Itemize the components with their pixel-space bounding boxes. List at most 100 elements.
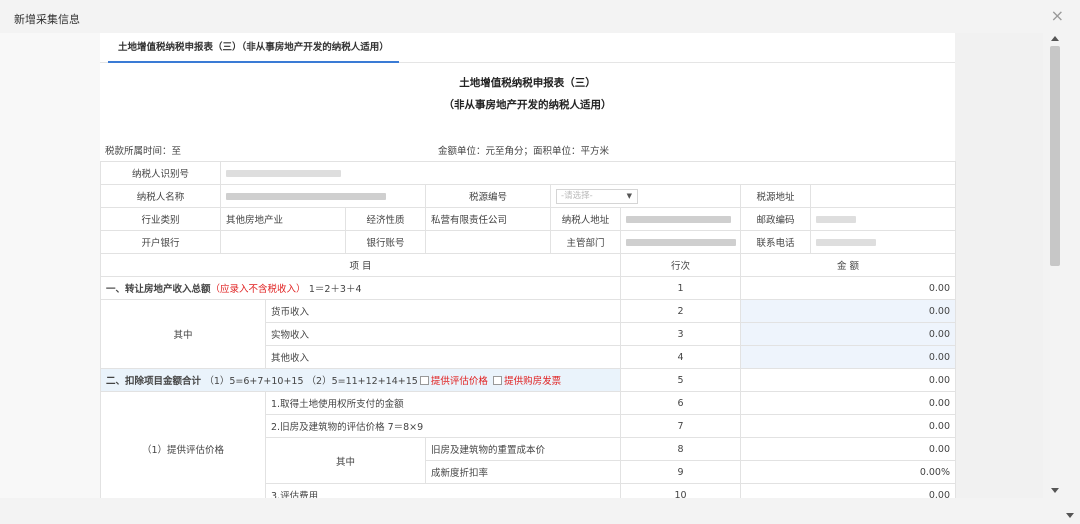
taxpayer-addr-label: 纳税人地址 (550, 207, 621, 231)
scrollbar-thumb[interactable] (1050, 46, 1060, 266)
of-which-label: 其中 (100, 299, 266, 369)
row-label: 3.评估费用 (265, 483, 621, 498)
tab-lvt-form-3[interactable]: 土地增值税纳税申报表（三）（非从事房地产开发的纳税人适用） (108, 33, 399, 63)
masked-value (626, 238, 736, 246)
tax-source-addr-label: 税源地址 (740, 184, 811, 208)
masked-value (816, 238, 876, 246)
amount-input[interactable]: 0.00 (740, 322, 956, 346)
form-title: 土地增值税纳税申报表（三） (459, 77, 596, 89)
page-scroll-down-icon[interactable] (1066, 513, 1074, 518)
line-no: 3 (620, 322, 741, 346)
tax-source-no-select[interactable]: -请选择- ▼ (556, 188, 638, 204)
econ-nature-label: 经济性质 (345, 207, 426, 231)
select-placeholder: -请选择- (561, 190, 593, 201)
postal-code-value (810, 207, 956, 231)
amount-input[interactable]: 0.00 (740, 299, 956, 323)
masked-value (226, 169, 341, 177)
econ-nature-value: 私营有限责任公司 (425, 207, 551, 231)
row-label: 成新度折扣率 (425, 460, 621, 484)
unit-label: 金额单位：元至角分；面积单位：平方米 (438, 146, 610, 157)
sec1-note: （应录入不含税收入） (210, 284, 306, 295)
account-label: 银行账号 (345, 230, 426, 254)
sub1-label: （1）提供评估价格 (100, 391, 266, 498)
row-bank: 开户银行 银行账号 主管部门 联系电话 (100, 230, 956, 254)
close-icon[interactable]: × (1051, 8, 1064, 24)
option-invoice-label: 提供购房发票 (504, 376, 562, 387)
sec2-formula: （1）5=6+7+10+15 （2）5=11+12+14+15 (204, 376, 418, 387)
line-no: 2 (620, 299, 741, 323)
checkbox-invoice[interactable] (493, 376, 503, 385)
industry-label: 行业类别 (100, 207, 221, 231)
of-which-label: 其中 (265, 437, 426, 484)
table-row: 二、扣除项目金额合计 （1）5=6+7+10+15 （2）5=11+12+14+… (100, 368, 956, 392)
scroll-down-icon[interactable] (1051, 488, 1059, 493)
row-label: 货币收入 (265, 299, 621, 323)
sec2-label: 二、扣除项目金额合计 (106, 376, 202, 387)
dialog-body: 土地增值税纳税申报表（三）（非从事房地产开发的纳税人适用） 土地增值税纳税申报表… (0, 33, 1043, 498)
sec2-label-cell: 二、扣除项目金额合计 （1）5=6+7+10+15 （2）5=11+12+14+… (100, 368, 621, 392)
table-row: 其中 货币收入 2 0.00 (100, 299, 956, 369)
row-label: 1.取得土地使用权所支付的金额 (265, 391, 621, 415)
amount-value: 0.00 (740, 483, 956, 498)
amount-value: 0.00 (740, 414, 956, 438)
row-taxpayer-name: 纳税人名称 税源编号 -请选择- ▼ 税源地址 (100, 184, 956, 208)
right-gutter (955, 33, 1043, 498)
row-label: 2.旧房及建筑物的评估价格 7＝8×9 (265, 414, 621, 438)
line-no: 10 (620, 483, 741, 498)
line-no: 7 (620, 414, 741, 438)
form-subtitle: （非从事房地产开发的纳税人适用） (443, 99, 612, 111)
col-header-item: 项 目 (100, 253, 621, 277)
scroll-up-icon[interactable] (1051, 36, 1059, 41)
amount-value: 0.00 (740, 391, 956, 415)
dialog-title: 新增采集信息 (14, 13, 80, 26)
taxpayer-name-label: 纳税人名称 (100, 184, 221, 208)
masked-value (626, 215, 731, 223)
phone-value (810, 230, 956, 254)
authority-value (620, 230, 741, 254)
amount-value: 0.00 (740, 368, 956, 392)
declaration-table: 纳税人识别号 纳税人名称 税源编号 -请选择- ▼ 税源地址 行业类别 其他房地产… (100, 161, 956, 498)
masked-value (816, 215, 856, 223)
phone-label: 联系电话 (740, 230, 811, 254)
masked-value (226, 192, 386, 200)
taxpayer-id-label: 纳税人识别号 (100, 161, 221, 185)
amount-value: 0.00 (740, 276, 956, 300)
caret-down-icon: ▼ (626, 191, 632, 200)
left-gutter (0, 33, 100, 498)
row-label: 实物收入 (265, 322, 621, 346)
taxpayer-addr-value (620, 207, 741, 231)
tax-source-no-cell: -请选择- ▼ (550, 184, 741, 208)
line-no: 1 (620, 276, 741, 300)
account-value (425, 230, 551, 254)
line-no: 6 (620, 391, 741, 415)
tax-source-no-label: 税源编号 (425, 184, 551, 208)
tax-period-label: 税款所属时间：至 (105, 146, 182, 157)
postal-code-label: 邮政编码 (740, 207, 811, 231)
row-label: 旧房及建筑物的重置成本价 (425, 437, 621, 461)
table-row: （1）提供评估价格 1.取得土地使用权所支付的金额 6 0.00 (100, 391, 956, 498)
row-taxpayer-id: 纳税人识别号 (100, 161, 956, 185)
amount-value: 0.00 (740, 437, 956, 461)
authority-label: 主管部门 (550, 230, 621, 254)
sec1-label-cell: 一、转让房地产收入总额（应录入不含税收入） 1＝2＋3＋4 (100, 276, 621, 300)
col-header-amount: 金 额 (740, 253, 956, 277)
table-row: 一、转让房地产收入总额（应录入不含税收入） 1＝2＋3＋4 1 0.00 (100, 276, 956, 300)
sec1-label: 一、转让房地产收入总额 (106, 284, 211, 295)
taxpayer-name-value (220, 184, 426, 208)
line-no: 9 (620, 460, 741, 484)
col-header-line: 行次 (620, 253, 741, 277)
amount-value: 0.00% (740, 460, 956, 484)
checkbox-appraisal[interactable] (419, 376, 429, 385)
amount-input[interactable]: 0.00 (740, 345, 956, 369)
bank-label: 开户银行 (100, 230, 221, 254)
line-no: 4 (620, 345, 741, 369)
sec1-formula: 1＝2＋3＋4 (308, 284, 362, 295)
taxpayer-id-value (220, 161, 956, 185)
bank-value (220, 230, 346, 254)
tab-bar: 土地增值税纳税申报表（三）（非从事房地产开发的纳税人适用） (100, 33, 955, 63)
row-industry: 行业类别 其他房地产业 经济性质 私营有限责任公司 纳税人地址 邮政编码 (100, 207, 956, 231)
tax-source-addr-value (810, 184, 956, 208)
row-label: 其他收入 (265, 345, 621, 369)
line-no: 8 (620, 437, 741, 461)
option-appraisal-label: 提供评估价格 (430, 376, 488, 387)
